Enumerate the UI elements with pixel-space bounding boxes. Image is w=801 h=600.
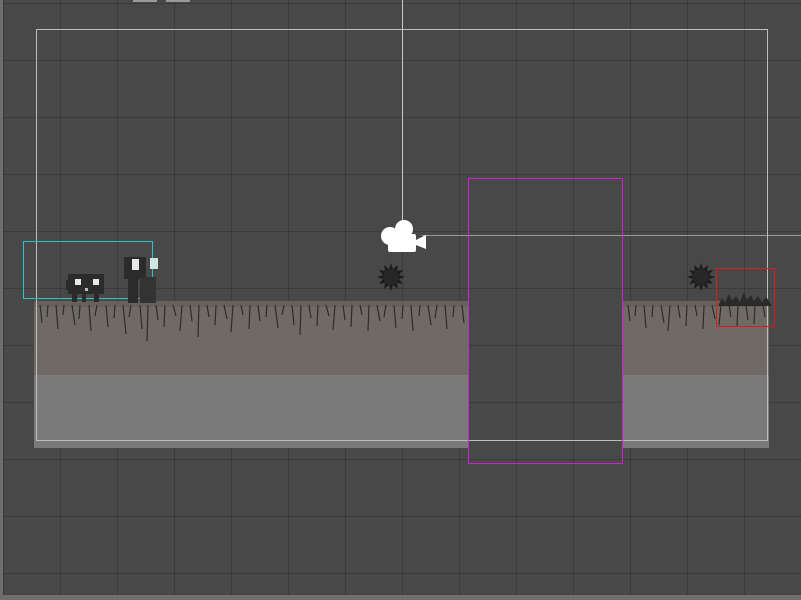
- spiky-ball-icon[interactable]: [376, 262, 406, 292]
- toolbar-tab-fragment[interactable]: [166, 0, 190, 2]
- scene-viewport[interactable]: [0, 0, 801, 600]
- toolbar-tab-fragment[interactable]: [133, 0, 157, 2]
- pit-trigger-collider[interactable]: [468, 178, 623, 464]
- robot-companion-icon[interactable]: [122, 255, 162, 305]
- camera-gizmo-icon[interactable]: [378, 218, 428, 254]
- viewport-bottom-edge: [0, 595, 801, 600]
- spiky-ball-icon[interactable]: [686, 262, 716, 292]
- viewport-left-edge: [0, 0, 3, 600]
- spike-trap-icon[interactable]: [716, 288, 774, 308]
- robot-character-icon[interactable]: [66, 272, 106, 304]
